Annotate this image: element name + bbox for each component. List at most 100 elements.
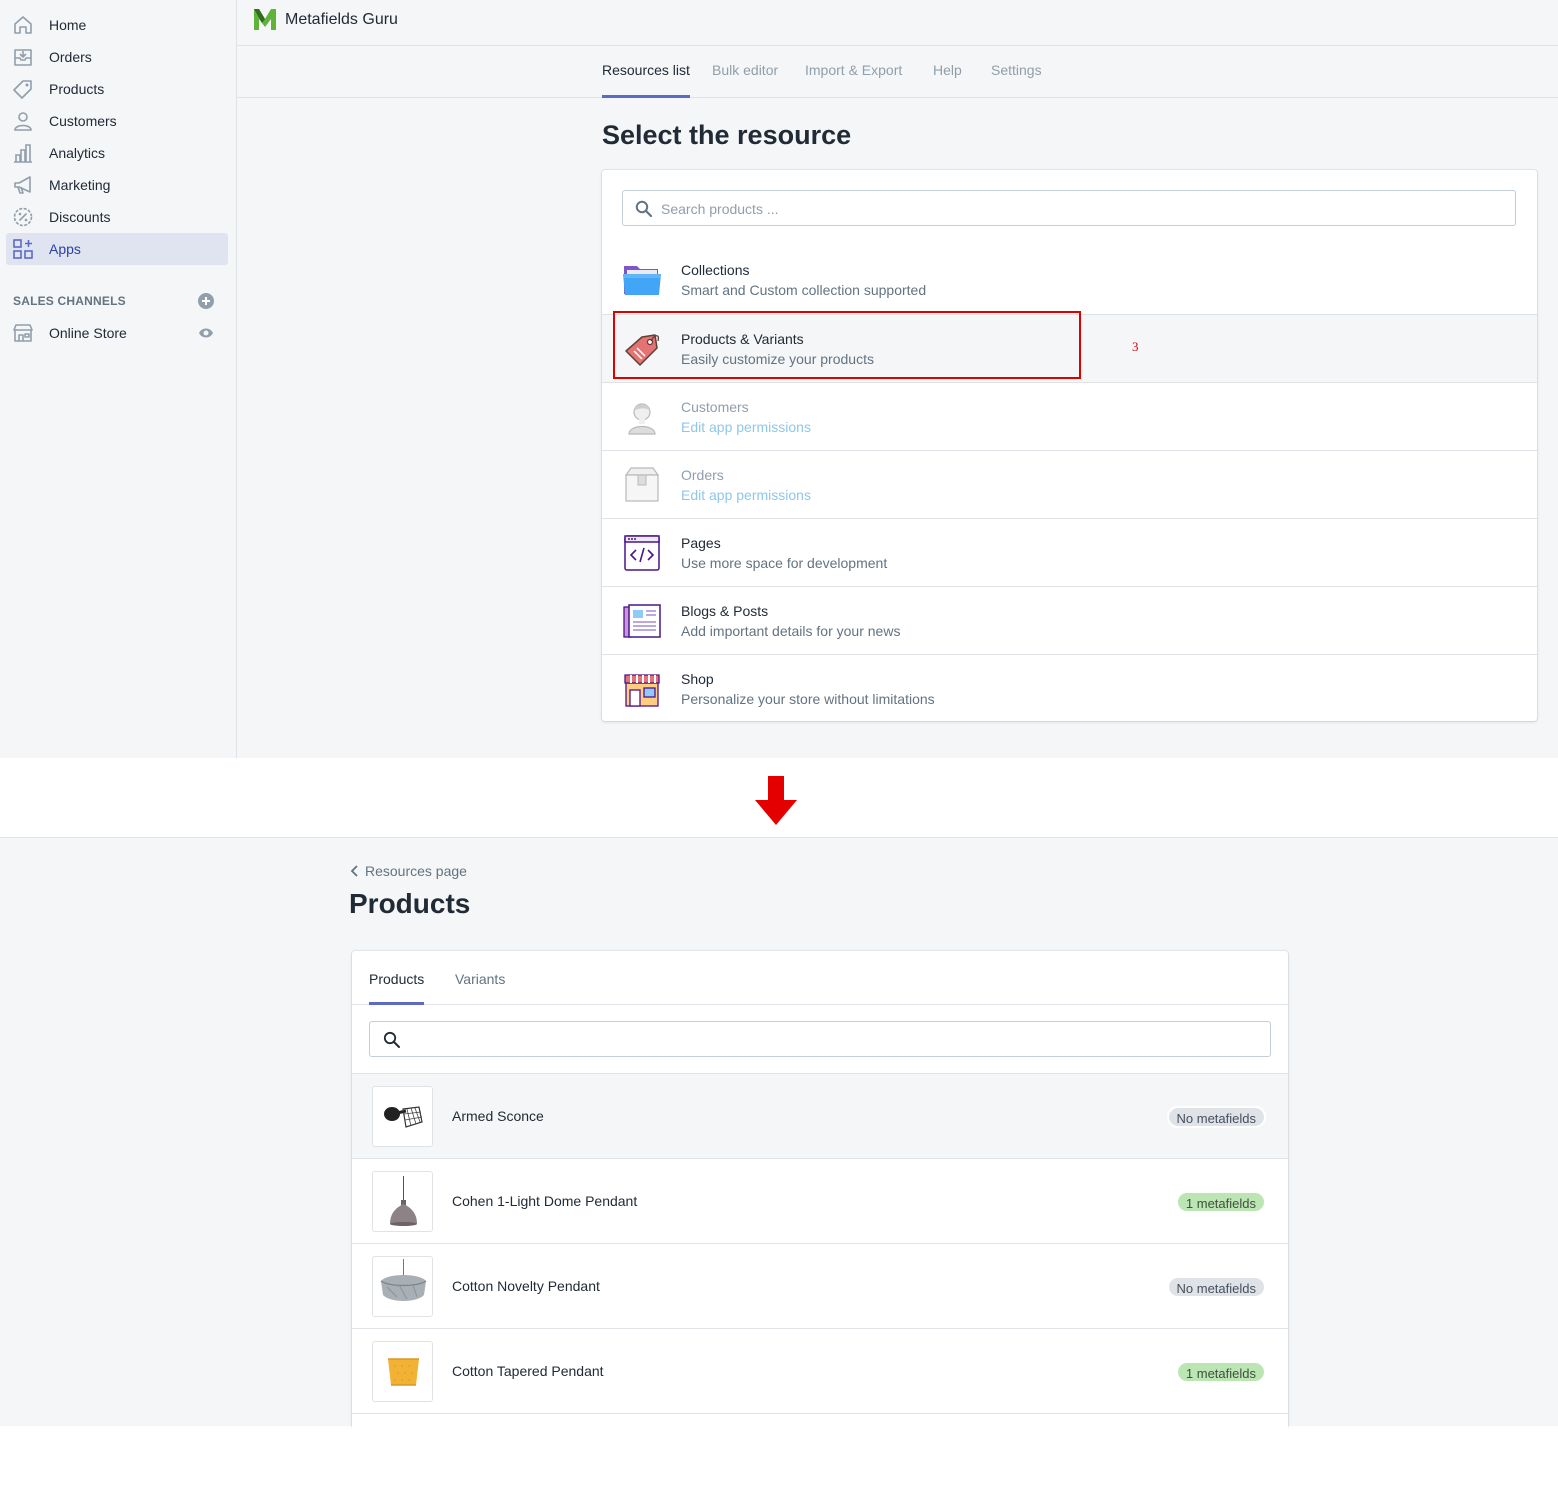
- products-card: Products Variants Armed Sconce No metafi…: [352, 951, 1288, 1498]
- megaphone-icon: [14, 176, 31, 194]
- tab-resources-list[interactable]: Resources list: [602, 62, 690, 98]
- folder-icon: [623, 266, 661, 295]
- resource-row-blogs-posts[interactable]: Blogs & Posts Add important details for …: [602, 586, 1537, 654]
- product-thumbnail: [372, 1171, 433, 1232]
- resource-subtitle: Use more space for development: [681, 555, 888, 571]
- resource-row-shop[interactable]: Shop Personalize your store without limi…: [602, 654, 1537, 722]
- back-link-label: Resources page: [365, 863, 467, 879]
- tab-help[interactable]: Help: [933, 62, 962, 98]
- search-icon: [635, 200, 653, 218]
- sidebar-item-label: Customers: [49, 113, 117, 129]
- sales-channels-heading: SALES CHANNELS: [13, 294, 126, 308]
- edit-permissions-link[interactable]: Edit app permissions: [681, 419, 811, 435]
- sidebar-item-label: Home: [49, 17, 87, 33]
- sidebar-item-marketing[interactable]: Marketing: [6, 169, 228, 201]
- product-name[interactable]: Cotton Novelty Pendant: [452, 1278, 600, 1294]
- tab-bulk-editor[interactable]: Bulk editor: [712, 62, 778, 98]
- product-row[interactable]: Cotton Tapered Pendant 1 metafields: [352, 1328, 1288, 1413]
- add-channel-icon[interactable]: [198, 293, 214, 309]
- resource-row-customers[interactable]: Customers Edit app permissions: [602, 382, 1537, 450]
- sidebar-item-label: Discounts: [49, 209, 111, 225]
- product-name[interactable]: Cohen 1-Light Dome Pendant: [452, 1193, 637, 1209]
- sidebar-item-products[interactable]: Products: [6, 73, 228, 105]
- metafields-badge: 1 metafields: [1175, 1191, 1266, 1213]
- box-icon: [624, 467, 660, 502]
- product-name[interactable]: Cotton Tapered Pendant: [452, 1363, 604, 1379]
- resource-card: Collections Smart and Custom collection …: [602, 170, 1537, 721]
- back-to-resources-link[interactable]: Resources page: [350, 863, 467, 879]
- resource-title: Customers: [681, 399, 749, 415]
- storefront-icon: [624, 674, 660, 707]
- app-tabs: Resources list Bulk editor Import & Expo…: [237, 46, 1558, 98]
- metafields-guru-logo: [254, 9, 276, 30]
- tab-variants[interactable]: Variants: [455, 971, 505, 1005]
- resource-title: Shop: [681, 671, 714, 687]
- dome-pendant-image: [390, 1176, 417, 1226]
- customer-avatar-icon: [628, 403, 656, 435]
- sidebar-item-online-store[interactable]: Online Store: [6, 317, 228, 349]
- apps-icon: [13, 239, 33, 259]
- tab-products[interactable]: Products: [369, 971, 425, 1005]
- sidebar-item-label: Apps: [49, 241, 81, 257]
- tab-import-export[interactable]: Import & Export: [805, 62, 902, 98]
- discount-icon: [13, 207, 33, 227]
- search-icon: [383, 1031, 400, 1048]
- search-input[interactable]: [661, 199, 1501, 219]
- product-thumbnail: [372, 1341, 433, 1402]
- product-row[interactable]: Cotton Novelty Pendant No metafields: [352, 1243, 1288, 1328]
- highlight-annotation-box: [613, 311, 1081, 379]
- app-title: Metafields Guru: [285, 11, 398, 28]
- orders-icon: [14, 49, 32, 66]
- tag-icon: [13, 80, 32, 99]
- product-row[interactable]: Armed Sconce No metafields: [352, 1073, 1288, 1158]
- tab-settings[interactable]: Settings: [991, 62, 1042, 98]
- home-icon: [14, 16, 32, 34]
- resource-title: Orders: [681, 467, 724, 483]
- armed-sconce-image: [384, 1106, 423, 1128]
- resources-screen: Home Orders Products Customers Analytics…: [0, 0, 1558, 758]
- step-number-annotation: 3: [1132, 339, 1139, 354]
- resource-subtitle: Smart and Custom collection supported: [681, 282, 927, 298]
- tapered-pendant-image: [388, 1358, 419, 1386]
- bar-chart-icon: [14, 144, 32, 163]
- sidebar-item-label: Online Store: [49, 325, 127, 341]
- metafields-badge: No metafields: [1166, 1106, 1266, 1128]
- resource-search-box[interactable]: [622, 190, 1516, 226]
- product-thumbnail: [372, 1256, 433, 1317]
- edit-permissions-link[interactable]: Edit app permissions: [681, 487, 811, 503]
- eye-icon[interactable]: [198, 325, 214, 341]
- sidebar-item-label: Marketing: [49, 177, 111, 193]
- sidebar-item-analytics[interactable]: Analytics: [6, 137, 228, 169]
- resource-subtitle: Add important details for your news: [681, 623, 901, 639]
- products-search-box[interactable]: [369, 1021, 1271, 1057]
- product-thumbnail: [372, 1086, 433, 1147]
- store-icon: [13, 324, 33, 342]
- resource-title: Blogs & Posts: [681, 603, 769, 619]
- resource-row-orders[interactable]: Orders Edit app permissions: [602, 450, 1537, 518]
- resource-subtitle: Personalize your store without limitatio…: [681, 691, 935, 707]
- down-arrow-icon: [755, 776, 797, 825]
- person-icon: [14, 112, 32, 131]
- sidebar-item-discounts[interactable]: Discounts: [6, 201, 228, 233]
- metafields-badge: 1 metafields: [1175, 1361, 1266, 1383]
- product-row[interactable]: Cohen 1-Light Dome Pendant 1 metafields: [352, 1158, 1288, 1243]
- resource-title: Pages: [681, 535, 721, 551]
- resource-row-pages[interactable]: Pages Use more space for development: [602, 518, 1537, 586]
- metafields-badge: No metafields: [1166, 1276, 1266, 1298]
- page-title: Select the resource: [602, 120, 852, 150]
- sidebar-item-customers[interactable]: Customers: [6, 105, 228, 137]
- app-header: Metafields Guru: [237, 0, 1558, 46]
- novelty-pendant-image: [380, 1259, 427, 1301]
- sidebar-item-apps[interactable]: Apps: [6, 233, 228, 265]
- resource-row-collections[interactable]: Collections Smart and Custom collection …: [602, 246, 1537, 314]
- product-name[interactable]: Armed Sconce: [452, 1108, 544, 1124]
- sidebar-item-home[interactable]: Home: [6, 9, 228, 41]
- admin-sidebar: Home Orders Products Customers Analytics…: [0, 0, 237, 758]
- products-page-title: Products: [349, 888, 471, 919]
- products-search-input[interactable]: [410, 1030, 1250, 1050]
- products-tabs: Products Variants: [352, 951, 1288, 1005]
- resource-title: Collections: [681, 262, 750, 278]
- newspaper-icon: [623, 604, 661, 638]
- sidebar-item-label: Products: [49, 81, 105, 97]
- sidebar-item-orders[interactable]: Orders: [6, 41, 228, 73]
